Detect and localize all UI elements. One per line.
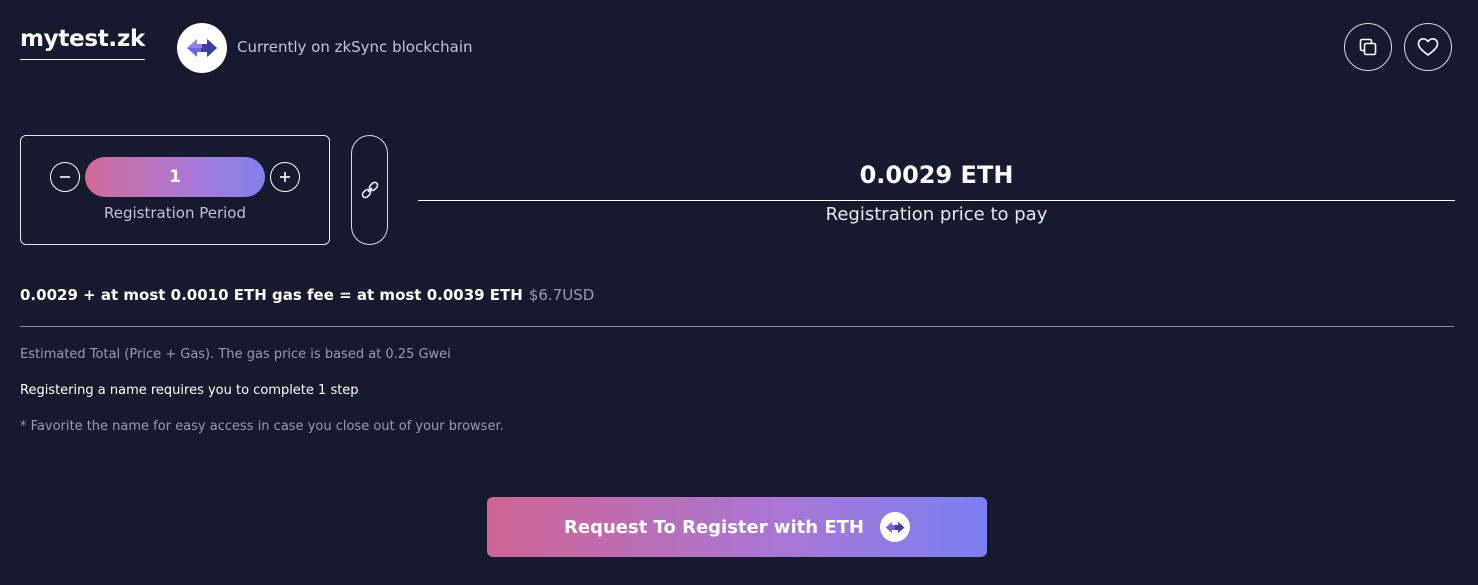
favorite-button[interactable] — [1404, 23, 1452, 71]
fee-breakdown: 0.0029 + at most 0.0010 ETH gas fee = at… — [20, 285, 594, 305]
increment-period-button[interactable] — [270, 162, 300, 192]
registration-price-label: Registration price to pay — [825, 204, 1048, 225]
zksync-logo-icon — [880, 512, 910, 542]
period-value-field[interactable]: 1 — [85, 157, 265, 197]
fee-breakdown-text: 0.0029 + at most 0.0010 ETH gas fee = at… — [20, 286, 523, 304]
fee-usd-value: $6.7USD — [528, 286, 595, 304]
link-toggle-button[interactable] — [351, 135, 388, 245]
favorite-hint-note: * Favorite the name for easy access in c… — [20, 419, 504, 434]
request-register-button[interactable]: Request To Register with ETH — [487, 497, 987, 557]
registration-period-panel: 1 Registration Period — [20, 135, 330, 245]
copy-button[interactable] — [1344, 23, 1392, 71]
zksync-logo-icon — [177, 23, 227, 73]
steps-note: Registering a name requires you to compl… — [20, 383, 359, 398]
gas-estimate-note: Estimated Total (Price + Gas). The gas p… — [20, 347, 451, 362]
register-page: mytest.zk Currently on zkSync blockchain… — [0, 0, 1478, 585]
minus-circle-icon — [60, 176, 70, 178]
decrement-period-button[interactable] — [50, 162, 80, 192]
copy-icon — [1359, 38, 1377, 56]
registration-price-value: 0.0029 ETH — [859, 161, 1014, 189]
blockchain-status-text: Currently on zkSync blockchain — [237, 38, 473, 56]
heart-icon — [1417, 38, 1439, 56]
domain-name-title: mytest.zk — [20, 26, 145, 60]
plus-circle-icon — [280, 172, 290, 182]
section-divider — [20, 326, 1454, 327]
link-icon — [361, 181, 378, 199]
price-divider — [418, 200, 1455, 201]
register-button-label: Request To Register with ETH — [564, 516, 864, 538]
registration-period-label: Registration Period — [104, 204, 246, 222]
